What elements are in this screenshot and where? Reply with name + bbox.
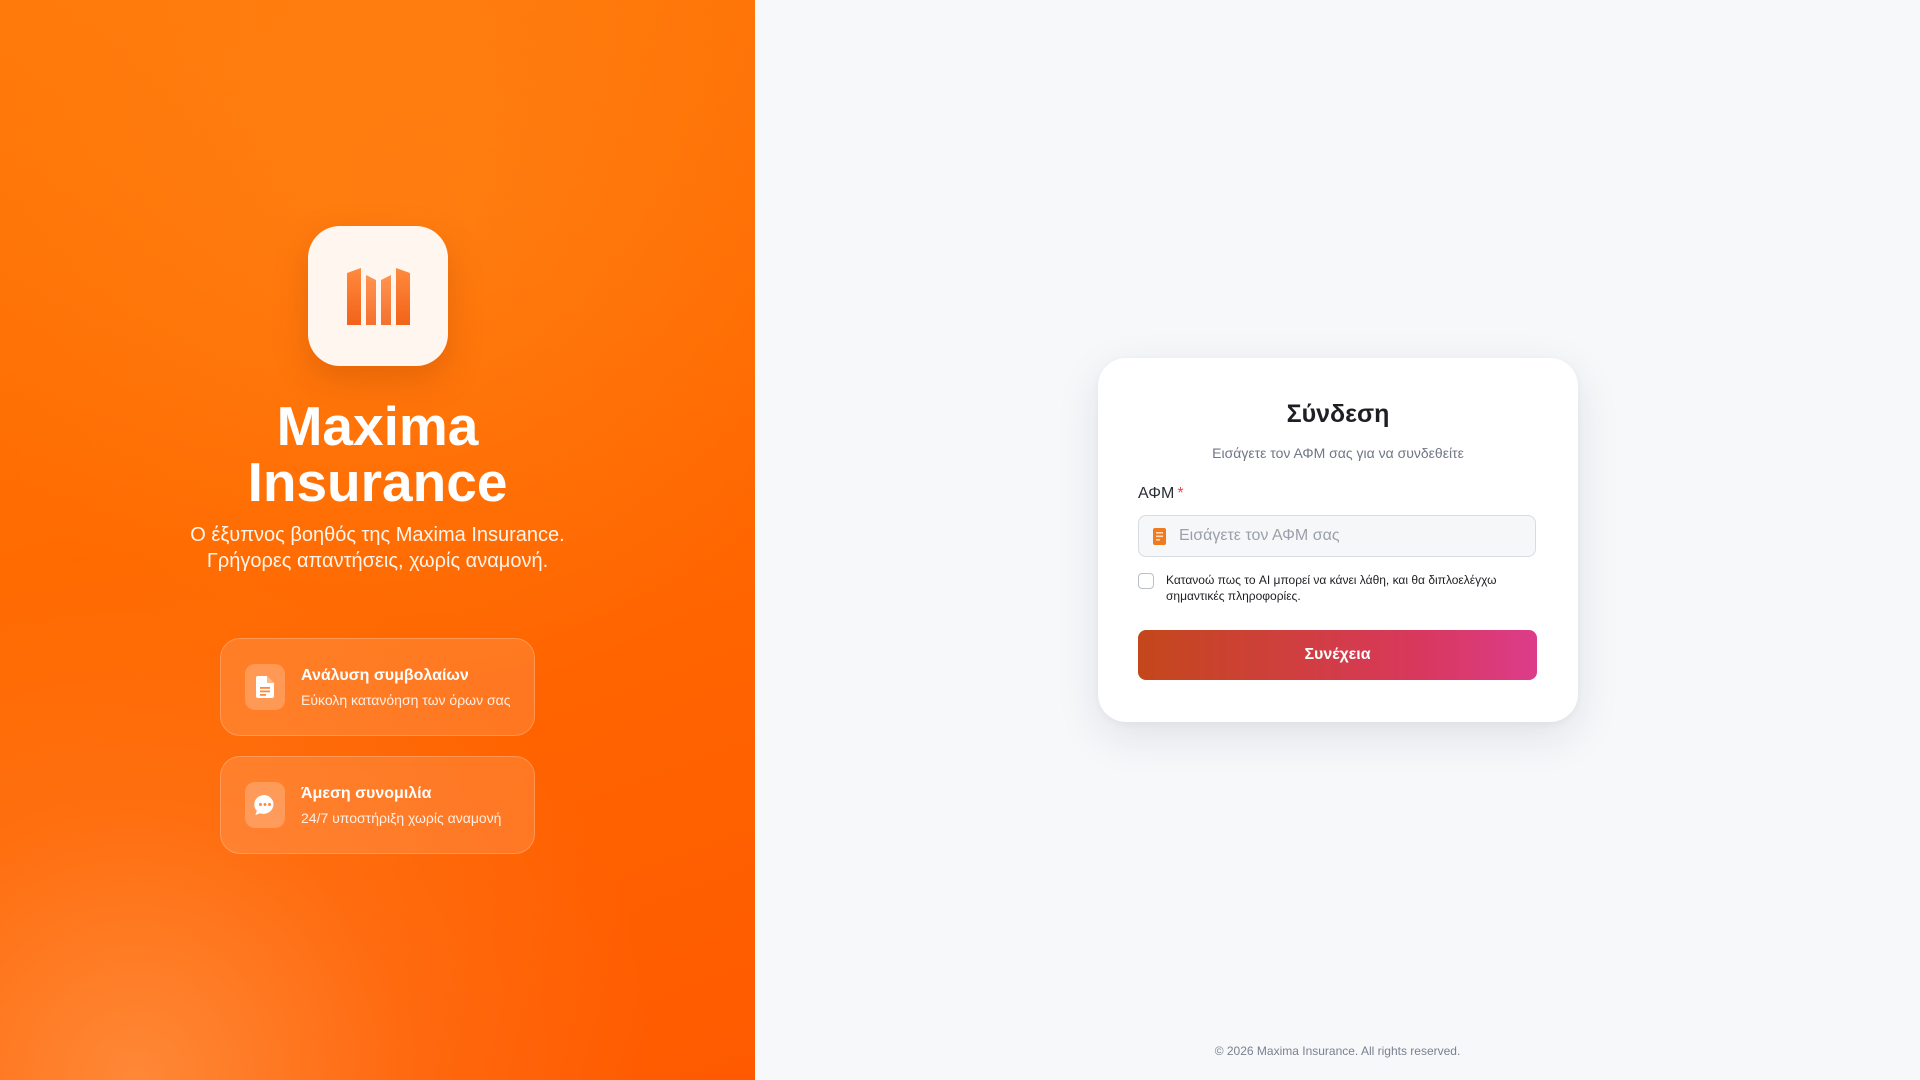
- ai-consent-checkbox[interactable]: [1138, 573, 1154, 589]
- feature-title: Ανάλυση συμβολαίων: [301, 666, 469, 684]
- login-title: Σύνδεση: [1286, 400, 1390, 428]
- brand-title-line2: Insurance: [247, 451, 508, 513]
- login-card: Σύνδεση Εισάγετε τον ΑΦΜ σας για να συνδ…: [1098, 358, 1578, 722]
- afm-field-label: ΑΦΜ *: [1138, 485, 1184, 503]
- brand-tagline-line1: Ο έξυπνος βοηθός της Maxima Insurance.: [190, 524, 565, 546]
- ai-consent-row[interactable]: Κατανοώ πως το AI μπορεί να κάνει λάθη, …: [1138, 572, 1538, 604]
- document-icon: [245, 664, 285, 710]
- brand-title: Maxima Insurance: [0, 398, 755, 510]
- afm-input-wrapper[interactable]: [1138, 515, 1536, 557]
- ai-consent-text: Κατανοώ πως το AI μπορεί να κάνει λάθη, …: [1166, 573, 1497, 603]
- maxima-m-logo-icon: [347, 268, 410, 325]
- feature-card-instant-chat: Άμεση συνομιλία 24/7 υποστήριξη χωρίς αν…: [220, 756, 535, 854]
- continue-button[interactable]: Συνέχεια: [1138, 630, 1537, 680]
- brand-logo-tile: [308, 226, 448, 366]
- feature-subtitle: Εύκολη κατανόηση των όρων σας: [301, 691, 511, 708]
- login-panel: Σύνδεση Εισάγετε τον ΑΦΜ σας για να συνδ…: [755, 0, 1920, 1080]
- afm-label-text: ΑΦΜ: [1138, 485, 1175, 502]
- login-subtitle: Εισάγετε τον ΑΦΜ σας για να συνδεθείτε: [1212, 445, 1464, 461]
- feature-subtitle: 24/7 υποστήριξη χωρίς αναμονή: [301, 809, 502, 826]
- required-asterisk: *: [1177, 485, 1184, 502]
- id-card-icon: [1152, 527, 1166, 545]
- footer-copyright: © 2026 Maxima Insurance. All rights rese…: [1214, 1044, 1461, 1058]
- brand-tagline: Ο έξυπνος βοηθός της Maxima Insurance. Γ…: [0, 522, 755, 574]
- brand-title-line1: Maxima: [276, 395, 479, 457]
- feature-title: Άμεση συνομιλία: [301, 784, 432, 802]
- chat-bubble-icon: [245, 782, 285, 828]
- brand-tagline-line2: Γρήγορες απαντήσεις, χωρίς αναμονή.: [206, 550, 549, 572]
- feature-card-contract-analysis: Ανάλυση συμβολαίων Εύκολη κατανόηση των …: [220, 638, 535, 736]
- brand-hero-panel: Maxima Insurance Ο έξυπνος βοηθός της Ma…: [0, 0, 755, 1080]
- afm-input[interactable]: [1179, 527, 1519, 545]
